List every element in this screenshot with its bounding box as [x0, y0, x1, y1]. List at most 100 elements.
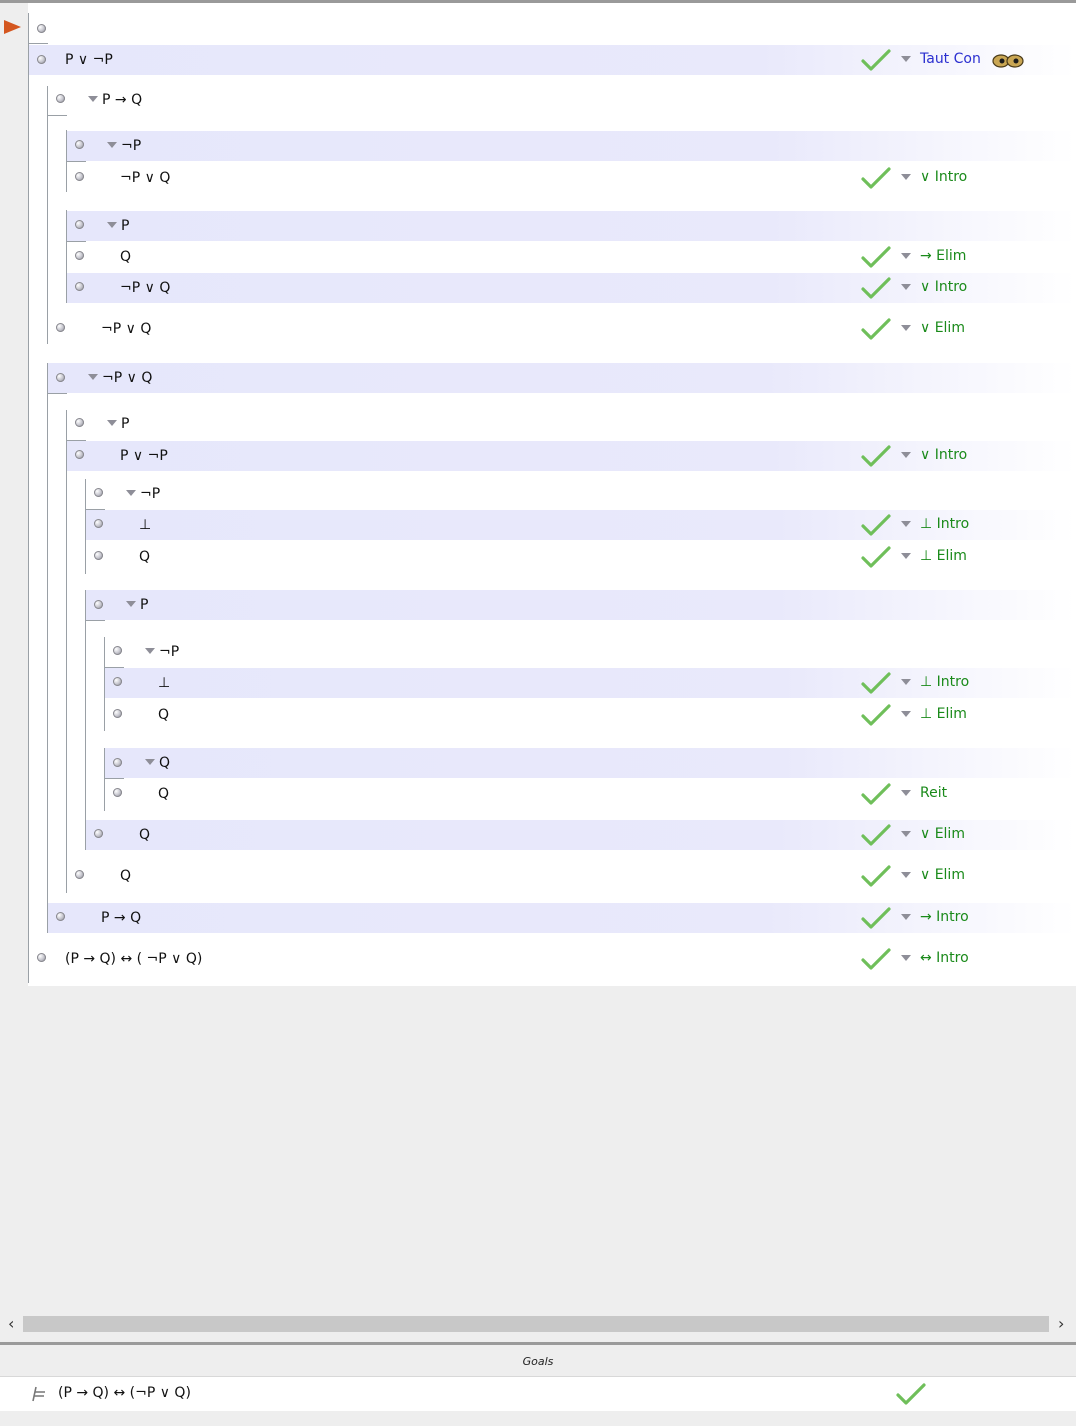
rule-dropdown-icon[interactable] [901, 284, 911, 290]
rule-label[interactable]: Reit [920, 785, 947, 801]
proof-line[interactable]: P ∨ ¬P ∨ Intro [67, 441, 1076, 471]
proof-line[interactable]: Q ⊥ Elim [86, 542, 1076, 572]
line-bullet-icon[interactable] [75, 870, 84, 879]
line-bullet-icon[interactable] [94, 829, 103, 838]
proof-line[interactable]: P [86, 590, 1076, 620]
rule-label[interactable]: ∨ Elim [920, 320, 965, 336]
assumption-dropdown-icon[interactable] [88, 374, 98, 380]
formula-text[interactable]: ¬P [159, 644, 179, 660]
assumption-dropdown-icon[interactable] [145, 759, 155, 765]
rule-dropdown-icon[interactable] [901, 174, 911, 180]
line-formula[interactable]: Q [120, 868, 131, 884]
rule-dropdown-icon[interactable] [901, 56, 911, 62]
line-formula[interactable]: Q [120, 249, 131, 265]
rule-label[interactable]: → Elim [920, 248, 966, 264]
scrollbar-thumb[interactable] [23, 1316, 1049, 1332]
rule-dropdown-icon[interactable] [901, 914, 911, 920]
proof-line[interactable]: P → Q [48, 85, 1076, 115]
line-bullet-icon[interactable] [37, 55, 46, 64]
rule-label[interactable]: Taut Con [920, 51, 981, 67]
line-formula[interactable]: P → Q [88, 92, 142, 108]
formula-text[interactable]: Q [159, 755, 170, 771]
assumption-dropdown-icon[interactable] [145, 648, 155, 654]
rule-dropdown-icon[interactable] [901, 521, 911, 527]
proof-area[interactable]: P ∨ ¬P Taut Con P → Q ¬P ¬P ∨ Q ∨ Intro … [28, 3, 1076, 986]
line-formula[interactable]: Q [158, 707, 169, 723]
line-formula[interactable]: P [126, 597, 148, 613]
formula-text[interactable]: P [140, 597, 148, 613]
rule-label[interactable]: → Intro [920, 909, 969, 925]
proof-line[interactable]: ¬P ∨ Q ∨ Intro [67, 163, 1076, 193]
proof-line[interactable]: ¬P [67, 131, 1076, 161]
rule-dropdown-icon[interactable] [901, 872, 911, 878]
line-bullet-icon[interactable] [56, 373, 65, 382]
line-formula[interactable]: ¬P ∨ Q [120, 170, 170, 186]
proof-line[interactable]: Q ⊥ Elim [105, 700, 1076, 730]
proof-line[interactable]: ¬P ∨ Q ∨ Intro [67, 273, 1076, 303]
formula-text[interactable]: ¬P [140, 486, 160, 502]
line-bullet-icon[interactable] [113, 758, 122, 767]
proof-line[interactable]: Q → Elim [67, 242, 1076, 272]
rule-label[interactable]: ∨ Elim [920, 867, 965, 883]
proof-line[interactable]: ¬P [86, 479, 1076, 509]
rule-dropdown-icon[interactable] [901, 452, 911, 458]
line-formula[interactable]: P [107, 416, 129, 432]
line-formula[interactable]: ¬P [107, 138, 141, 154]
line-bullet-icon[interactable] [113, 677, 122, 686]
rule-dropdown-icon[interactable] [901, 253, 911, 259]
rule-dropdown-icon[interactable] [901, 790, 911, 796]
line-formula[interactable]: ⊥ [139, 517, 151, 533]
proof-line[interactable]: (P → Q) ↔ ( ¬P ∨ Q) ↔ Intro [29, 944, 1076, 974]
proof-line[interactable]: P ∨ ¬P Taut Con [29, 45, 1076, 75]
formula-text[interactable]: ¬P ∨ Q [102, 370, 152, 386]
formula-text[interactable]: P [121, 218, 129, 234]
line-bullet-icon[interactable] [94, 488, 103, 497]
eyes-icon[interactable] [992, 53, 1024, 69]
proof-line[interactable]: ¬P ∨ Q ∨ Elim [48, 314, 1076, 344]
line-formula[interactable]: ¬P ∨ Q [101, 321, 151, 337]
line-bullet-icon[interactable] [75, 172, 84, 181]
line-bullet-icon[interactable] [113, 709, 122, 718]
line-formula[interactable]: ⊥ [158, 675, 170, 691]
line-bullet-icon[interactable] [94, 600, 103, 609]
proof-line[interactable]: ⊥ ⊥ Intro [105, 668, 1076, 698]
rule-label[interactable]: ∨ Intro [920, 279, 967, 295]
assumption-dropdown-icon[interactable] [107, 420, 117, 426]
assumption-dropdown-icon[interactable] [126, 490, 136, 496]
line-bullet-icon[interactable] [37, 24, 46, 33]
line-formula[interactable]: ¬P [126, 486, 160, 502]
line-formula[interactable]: Q [145, 755, 170, 771]
formula-text[interactable]: P → Q [102, 92, 142, 108]
assumption-dropdown-icon[interactable] [107, 222, 117, 228]
formula-text[interactable]: P [121, 416, 129, 432]
line-bullet-icon[interactable] [75, 251, 84, 260]
line-bullet-icon[interactable] [75, 418, 84, 427]
line-bullet-icon[interactable] [94, 519, 103, 528]
line-bullet-icon[interactable] [75, 220, 84, 229]
goal-formula[interactable]: (P → Q) ↔ (¬P ∨ Q) [58, 1385, 191, 1401]
line-formula[interactable]: Q [158, 786, 169, 802]
line-formula[interactable]: P ∨ ¬P [65, 52, 113, 68]
proof-line[interactable]: ⊥ ⊥ Intro [86, 510, 1076, 540]
scroll-right-icon[interactable]: › [1058, 1314, 1064, 1334]
proof-line[interactable]: P [67, 211, 1076, 241]
rule-label[interactable]: ∨ Intro [920, 169, 967, 185]
rule-label[interactable]: ⊥ Elim [920, 706, 967, 722]
line-bullet-icon[interactable] [56, 94, 65, 103]
rule-label[interactable]: ∨ Intro [920, 447, 967, 463]
line-bullet-icon[interactable] [75, 282, 84, 291]
line-bullet-icon[interactable] [94, 551, 103, 560]
line-formula[interactable]: P → Q [101, 910, 141, 926]
line-bullet-icon[interactable] [56, 323, 65, 332]
scroll-left-icon[interactable]: ‹ [8, 1314, 14, 1334]
rule-dropdown-icon[interactable] [901, 325, 911, 331]
line-bullet-icon[interactable] [75, 140, 84, 149]
rule-dropdown-icon[interactable] [901, 679, 911, 685]
assumption-dropdown-icon[interactable] [88, 96, 98, 102]
line-formula[interactable]: ¬P ∨ Q [120, 280, 170, 296]
proof-line[interactable]: Q ∨ Elim [67, 861, 1076, 891]
rule-dropdown-icon[interactable] [901, 831, 911, 837]
line-formula[interactable]: P [107, 218, 129, 234]
proof-line[interactable]: P → Q → Intro [48, 903, 1076, 933]
formula-text[interactable]: ¬P [121, 138, 141, 154]
